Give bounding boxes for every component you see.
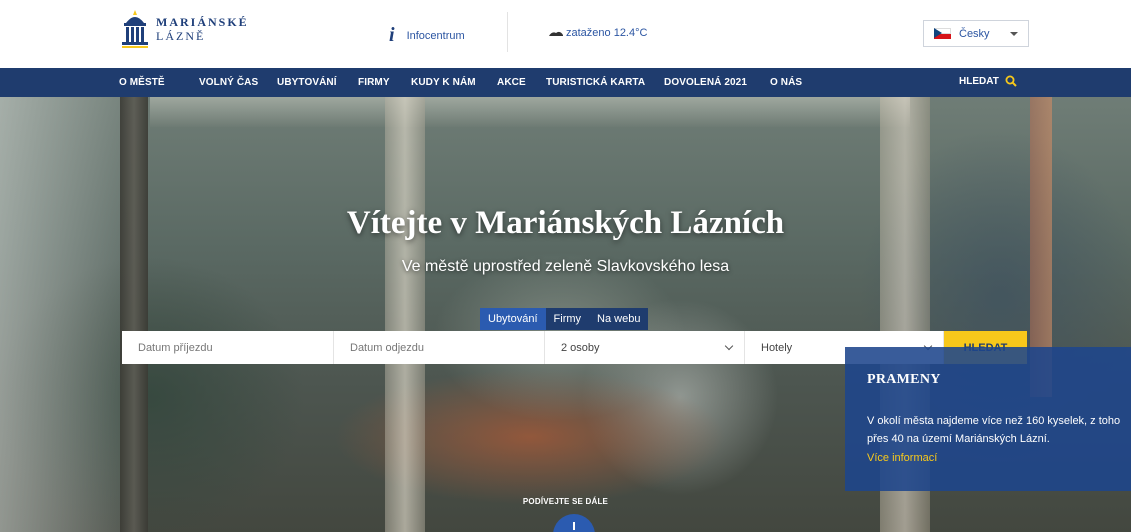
weather-widget: zataženo 12.4°C xyxy=(548,27,647,39)
nav-item-o-nas[interactable]: O NÁS xyxy=(770,77,802,88)
hero-banner: Vítejte v Mariánských Lázních Ve městě u… xyxy=(0,97,1131,532)
tab-na-webu[interactable]: Na webu xyxy=(589,308,649,330)
tab-firmy[interactable]: Firmy xyxy=(545,308,590,330)
logo-line-1: MARIÁNSKÉ xyxy=(156,15,249,29)
nav-item-o-meste[interactable]: O MĚSTĚ xyxy=(119,77,165,88)
nav-item-volny-cas[interactable]: VOLNÝ ČAS xyxy=(199,77,258,88)
caret-down-icon xyxy=(1010,32,1018,36)
nav-item-turisticka-karta[interactable]: TURISTICKÁ KARTA xyxy=(546,77,645,88)
main-nav: O MĚSTĚ VOLNÝ ČAS UBYTOVÁNÍ FIRMY KUDY K… xyxy=(0,68,1131,97)
prameny-more-link[interactable]: Více informací xyxy=(867,452,1131,464)
arrival-date-input[interactable]: Datum příjezdu xyxy=(122,331,334,364)
magnifier-icon xyxy=(1005,75,1017,87)
nav-item-firmy[interactable]: FIRMY xyxy=(358,77,390,88)
nav-search-button[interactable]: HLEDAT xyxy=(959,75,1017,87)
hero-frame-top xyxy=(150,97,910,127)
hero-title: Vítejte v Mariánských Lázních xyxy=(346,205,785,241)
nav-item-kudy-k-nam[interactable]: KUDY K NÁM xyxy=(411,77,476,88)
colonnade-logo-icon xyxy=(122,10,148,48)
guests-value: 2 osoby xyxy=(561,341,600,354)
nav-item-ubytovani[interactable]: UBYTOVÁNÍ xyxy=(277,77,337,88)
hero-subtitle: Ve městě uprostřed zeleně Slavkovského l… xyxy=(401,258,730,275)
departure-date-input[interactable]: Datum odjezdu xyxy=(334,331,545,364)
chevron-down-icon xyxy=(724,341,734,351)
header-divider xyxy=(507,12,508,52)
hero-frame-left xyxy=(120,97,148,532)
nav-search-label: HLEDAT xyxy=(959,75,999,87)
prameny-text: V okolí města najdeme více než 160 kysel… xyxy=(867,415,1121,445)
accommodation-type-value: Hotely xyxy=(761,341,793,354)
nav-item-akce[interactable]: AKCE xyxy=(497,77,526,88)
booking-tabs: Ubytování Firmy Na webu xyxy=(480,308,649,330)
cloud-icon xyxy=(549,31,563,36)
scroll-down-button[interactable] xyxy=(553,514,595,532)
site-logo[interactable]: MARIÁNSKÉ LÁZNĚ xyxy=(120,9,249,49)
guests-select[interactable]: 2 osoby xyxy=(545,331,745,364)
nav-item-dovolena-2021[interactable]: DOVOLENÁ 2021 xyxy=(664,77,747,88)
scroll-hint-label: PODÍVEJTE SE DÁLE xyxy=(522,497,609,506)
infocentrum-label: Infocentrum xyxy=(406,29,465,42)
prameny-panel: PRAMENY V okolí města najdeme více než 1… xyxy=(845,347,1131,491)
hero-frame-middle xyxy=(385,97,425,532)
language-select[interactable]: Česky xyxy=(923,20,1029,47)
czech-flag-icon xyxy=(934,28,951,39)
prameny-title: PRAMENY xyxy=(867,372,941,387)
language-label: Česky xyxy=(959,27,990,40)
weather-label: zataženo 12.4°C xyxy=(566,27,648,39)
top-header: MARIÁNSKÉ LÁZNĚ i Infocentrum zataženo 1… xyxy=(0,0,1131,68)
tab-ubytovani[interactable]: Ubytování xyxy=(480,308,546,330)
logo-line-2: LÁZNĚ xyxy=(156,29,206,43)
infocentrum-link[interactable]: i Infocentrum xyxy=(389,24,465,47)
info-icon: i xyxy=(389,24,395,46)
logo-text: MARIÁNSKÉ LÁZNĚ xyxy=(156,15,249,43)
